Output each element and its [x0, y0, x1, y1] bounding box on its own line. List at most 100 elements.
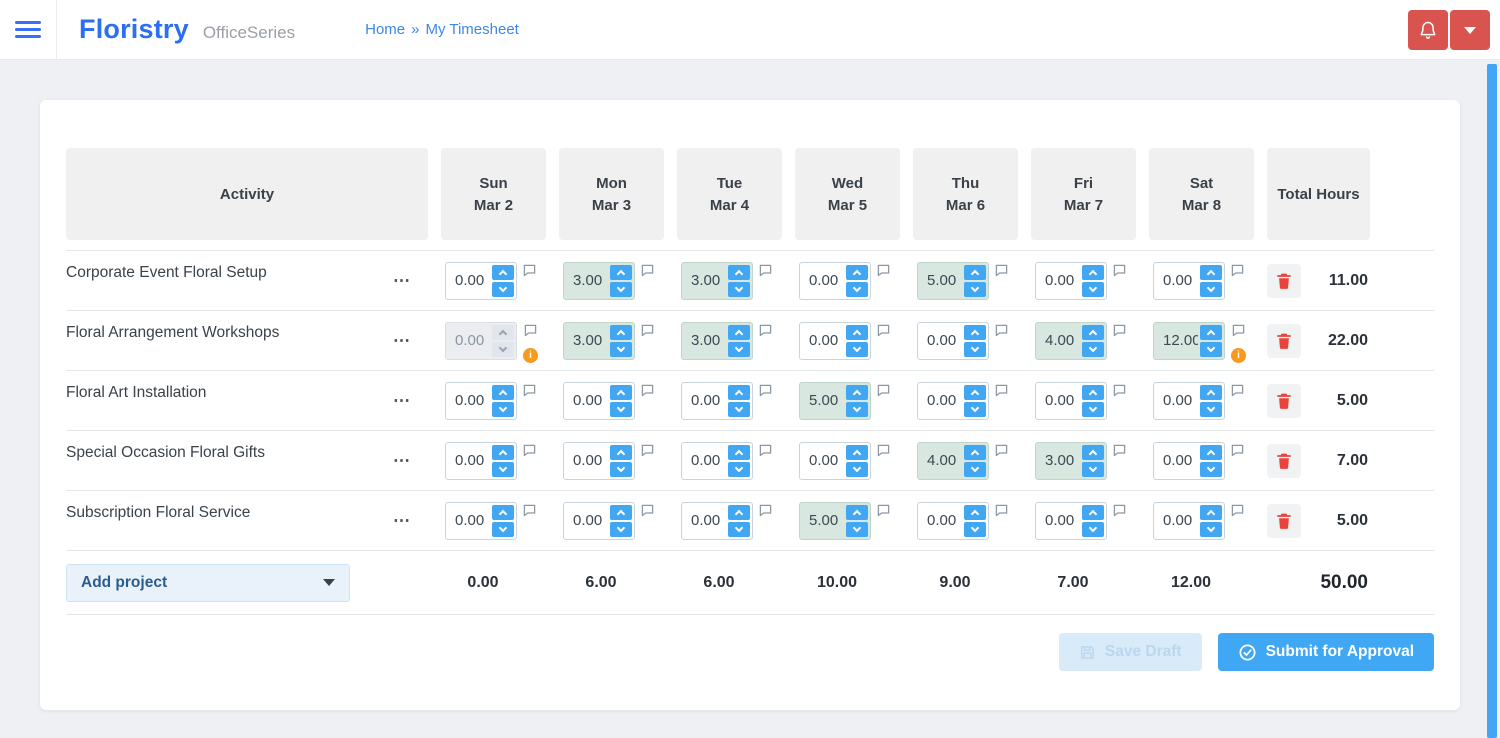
- comment-icon[interactable]: [524, 324, 537, 337]
- decrement-button[interactable]: [1200, 521, 1222, 537]
- decrement-button[interactable]: [728, 281, 750, 297]
- hours-input[interactable]: [684, 272, 726, 289]
- delete-row-button[interactable]: [1267, 503, 1301, 538]
- hours-input[interactable]: [802, 512, 844, 529]
- comment-icon[interactable]: [1113, 324, 1126, 337]
- comment-icon[interactable]: [759, 444, 772, 457]
- hours-input[interactable]: [920, 332, 962, 349]
- comment-icon[interactable]: [641, 264, 654, 277]
- increment-button[interactable]: [728, 504, 750, 520]
- hours-input[interactable]: [802, 392, 844, 409]
- decrement-button[interactable]: [1200, 461, 1222, 477]
- increment-button[interactable]: [964, 264, 986, 280]
- comment-icon[interactable]: [877, 264, 890, 277]
- decrement-button[interactable]: [492, 281, 514, 297]
- decrement-button[interactable]: [846, 521, 868, 537]
- comment-icon[interactable]: [1232, 324, 1245, 337]
- decrement-button[interactable]: [964, 521, 986, 537]
- account-menu-button[interactable]: [1450, 10, 1490, 50]
- increment-button[interactable]: [492, 504, 514, 520]
- hours-input[interactable]: [1156, 272, 1198, 289]
- hours-input[interactable]: [684, 392, 726, 409]
- decrement-button[interactable]: [1082, 401, 1104, 417]
- hours-input[interactable]: [566, 392, 608, 409]
- comment-icon[interactable]: [641, 444, 654, 457]
- comment-icon[interactable]: [1231, 444, 1244, 457]
- breadcrumb-home-link[interactable]: Home: [365, 21, 405, 38]
- scrollbar-thumb[interactable]: [1487, 64, 1497, 738]
- increment-button[interactable]: [846, 324, 868, 340]
- hours-input[interactable]: [802, 272, 844, 289]
- hours-input[interactable]: [1038, 452, 1080, 469]
- hours-input[interactable]: [684, 452, 726, 469]
- decrement-button[interactable]: [610, 401, 632, 417]
- decrement-button[interactable]: [492, 461, 514, 477]
- comment-icon[interactable]: [523, 504, 536, 517]
- increment-button[interactable]: [492, 384, 514, 400]
- increment-button[interactable]: [1200, 264, 1222, 280]
- comment-icon[interactable]: [995, 444, 1008, 457]
- comment-icon[interactable]: [523, 444, 536, 457]
- comment-icon[interactable]: [1113, 384, 1126, 397]
- increment-button[interactable]: [728, 324, 750, 340]
- save-draft-button[interactable]: Save Draft: [1058, 633, 1202, 671]
- comment-icon[interactable]: [1231, 264, 1244, 277]
- hours-input[interactable]: [1038, 512, 1080, 529]
- breadcrumb-current-link[interactable]: My Timesheet: [425, 21, 518, 38]
- decrement-button[interactable]: [964, 461, 986, 477]
- delete-row-button[interactable]: [1267, 323, 1301, 358]
- hours-input[interactable]: [448, 392, 490, 409]
- comment-icon[interactable]: [759, 264, 772, 277]
- decrement-button[interactable]: [846, 461, 868, 477]
- increment-button[interactable]: [728, 444, 750, 460]
- increment-button[interactable]: [1200, 444, 1222, 460]
- decrement-button[interactable]: [492, 401, 514, 417]
- comment-icon[interactable]: [759, 504, 772, 517]
- comment-icon[interactable]: [759, 384, 772, 397]
- increment-button[interactable]: [610, 264, 632, 280]
- hours-input[interactable]: [448, 272, 490, 289]
- comment-icon[interactable]: [995, 324, 1008, 337]
- increment-button[interactable]: [1082, 264, 1104, 280]
- comment-icon[interactable]: [995, 264, 1008, 277]
- hours-input[interactable]: [566, 332, 608, 349]
- decrement-button[interactable]: [728, 401, 750, 417]
- increment-button[interactable]: [492, 264, 514, 280]
- increment-button[interactable]: [728, 384, 750, 400]
- decrement-button[interactable]: [846, 341, 868, 357]
- comment-icon[interactable]: [1231, 384, 1244, 397]
- increment-button[interactable]: [1082, 384, 1104, 400]
- delete-row-button[interactable]: [1267, 383, 1301, 418]
- decrement-button[interactable]: [964, 341, 986, 357]
- decrement-button[interactable]: [610, 521, 632, 537]
- hours-input[interactable]: [1156, 392, 1198, 409]
- comment-icon[interactable]: [523, 264, 536, 277]
- decrement-button[interactable]: [728, 461, 750, 477]
- decrement-button[interactable]: [1200, 401, 1222, 417]
- increment-button[interactable]: [1082, 324, 1104, 340]
- decrement-button[interactable]: [492, 521, 514, 537]
- delete-row-button[interactable]: [1267, 443, 1301, 478]
- comment-icon[interactable]: [1113, 444, 1126, 457]
- hours-input[interactable]: [1156, 512, 1198, 529]
- decrement-button[interactable]: [846, 281, 868, 297]
- comment-icon[interactable]: [995, 504, 1008, 517]
- hours-input[interactable]: [566, 452, 608, 469]
- add-project-dropdown[interactable]: Add project: [66, 563, 350, 602]
- hours-input[interactable]: [920, 452, 962, 469]
- submit-for-approval-button[interactable]: Submit for Approval: [1217, 633, 1434, 671]
- decrement-button[interactable]: [728, 521, 750, 537]
- increment-button[interactable]: [1200, 504, 1222, 520]
- hours-input[interactable]: [1038, 392, 1080, 409]
- increment-button[interactable]: [964, 444, 986, 460]
- comment-icon[interactable]: [641, 324, 654, 337]
- comment-icon[interactable]: [1231, 504, 1244, 517]
- hours-input[interactable]: [920, 272, 962, 289]
- decrement-button[interactable]: [964, 281, 986, 297]
- comment-icon[interactable]: [877, 444, 890, 457]
- row-menu-button[interactable]: ⋯: [391, 388, 414, 413]
- comment-icon[interactable]: [877, 384, 890, 397]
- increment-button[interactable]: [846, 264, 868, 280]
- hours-input[interactable]: [566, 512, 608, 529]
- row-menu-button[interactable]: ⋯: [391, 268, 414, 293]
